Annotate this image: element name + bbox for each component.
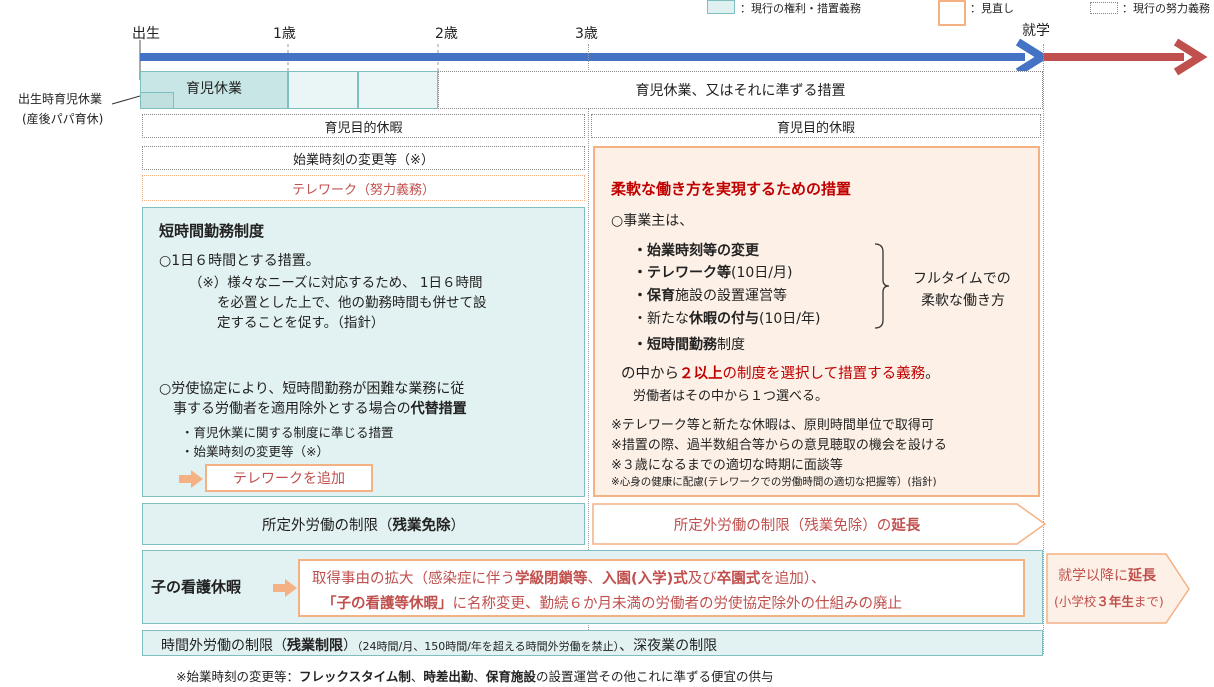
purpose-leave-right: 育児目的休暇 [591, 114, 1041, 138]
side-label-pointer [111, 95, 141, 105]
flex-employer: ○事業主は、 [611, 213, 694, 229]
footnote: ※始業時刻の変更等：フレックスタイム制、時差出勤、保育施設の設置運営その他これに… [176, 669, 774, 684]
short-time-bullet1: ・育児休業に関する制度に準じる措置 [181, 425, 394, 440]
overtime-exemption-right: 所定外労働の制限（残業免除）の 延長 [673, 517, 921, 534]
flexible-work-box: 柔軟な働き方を実現するための措置 ○事業主は、 ・始業時刻等の変更 ・テレワーク… [593, 146, 1040, 497]
overtime-exemption-left: 所定外労働の制限（ 残業免除） [142, 503, 585, 545]
papa-leave-mark [140, 92, 174, 109]
short-time-note3: 定することを促す。（指針） [217, 315, 385, 331]
arrow-right-icon [273, 579, 297, 597]
flex-obligation: の中から２以上の制度を選択して措置する義務。 [621, 366, 940, 382]
sick-leave-line1: 取得事由の拡大（感染症に伴う学級閉鎖等、入園(入学)式及び卒園式を追加）、 [312, 571, 826, 587]
flex-note-3: ※３歳になるまでの適切な時期に面談等 [611, 458, 843, 473]
add-telework-box: テレワークを追加 [205, 464, 373, 492]
childcare-leave-ext-2 [358, 71, 438, 109]
extension-line2: (小学校３年生まで) [1054, 594, 1164, 609]
brace-label-line1: フルタイムでの [913, 271, 1011, 287]
flex-note-1: ※テレワーク等と新たな休暇は、原則時間単位で取得可 [611, 418, 934, 433]
child-sick-leave-change-box: 取得事由の拡大（感染症に伴う学級閉鎖等、入園(入学)式及び卒園式を追加）、 「子… [298, 559, 1025, 617]
brace-label-line2: 柔軟な働き方 [921, 293, 1005, 309]
divider-school [1043, 44, 1044, 654]
flex-item-start-time: ・始業時刻等の変更 [633, 243, 759, 259]
overtime-limit-box: 時間外労働の制限（残業制限）（24時間/月、150時間/年を超える時間外労働を禁… [142, 630, 1043, 656]
childcare-leave-ext-1 [288, 71, 358, 109]
telework-effort-box: テレワーク（努力義務） [142, 175, 585, 201]
child-sick-leave-title: 子の看護休暇 [151, 578, 242, 596]
short-time-p1: ○1日６時間とする措置。 [159, 253, 320, 269]
overtime-limit-text: 時間外労働の制限（残業制限）（24時間/月、150時間/年を超える時間外労働を禁… [161, 638, 718, 654]
purpose-leave-left: 育児目的休暇 [142, 114, 585, 138]
flex-item-new-leave: ・新たな休暇の付与(10日/年) [633, 311, 821, 327]
extension-line1: 就学以降に延長 [1058, 568, 1156, 584]
short-time-title: 短時間勤務制度 [159, 222, 265, 240]
flex-item-nursery: ・保育施設の設置運営等 [633, 288, 787, 304]
childcare-leave-or-equivalent: 育児休業、又はそれに準ずる措置 [438, 71, 1043, 109]
sick-leave-line2: 「子の看護等休暇」に名称変更、勤続６か月未満の労働者の労使協定除外の仕組みの廃止 [322, 596, 902, 612]
short-time-note1: （※）様々なニーズに対応するため、 1日６時間 [189, 275, 483, 291]
child-sick-leave-extension-shape [1046, 553, 1190, 624]
short-time-p2-line1: ○労使協定により、短時間勤務が困難な業務に従 [159, 381, 465, 397]
flex-worker-choice: 労働者はその中から１つ選べる。 [633, 389, 829, 404]
flex-note-4: ※心身の健康に配慮(テレワークでの労働時間の適切な把握等）(指針) [611, 476, 937, 488]
flex-note-2: ※措置の際、過半数組合等からの意見聴取の機会を設ける [611, 438, 947, 453]
flex-item-telework: ・テレワーク等(10日/月) [633, 265, 793, 281]
short-time-bullet2: ・始業時刻の変更等（※） [181, 444, 329, 459]
short-time-p2-line2: 事する労働者を適用除外とする場合の代替措置 [173, 401, 467, 417]
start-time-change-box: 始業時刻の変更等（※） [142, 146, 585, 170]
timeline-arrow [139, 38, 1208, 80]
arrow-right-icon [179, 470, 203, 488]
short-time-work-box: 短時間勤務制度 ○1日６時間とする措置。 （※）様々なニーズに対応するため、 1… [142, 207, 585, 497]
short-time-note2: を必置とした上で、他の勤務時間も併せて設 [217, 295, 487, 311]
flex-title: 柔軟な働き方を実現するための措置 [611, 180, 852, 198]
brace-icon [874, 243, 890, 329]
flex-item-short-time: ・短時間勤務制度 [633, 337, 745, 353]
